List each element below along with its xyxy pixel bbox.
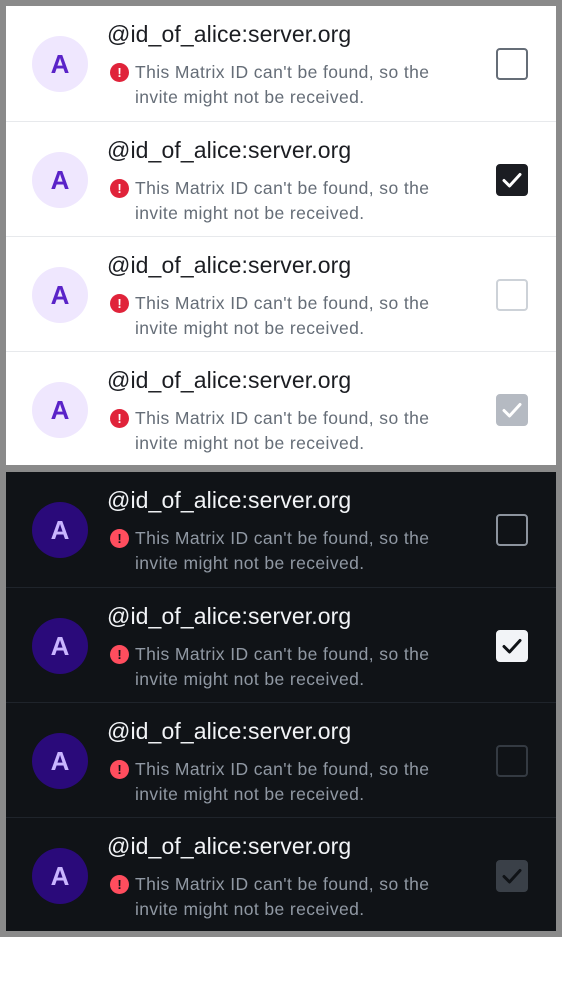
avatar: A (32, 267, 88, 323)
select-checkbox[interactable] (496, 164, 528, 196)
error-icon: ! (110, 63, 129, 82)
select-checkbox[interactable] (496, 514, 528, 546)
user-row[interactable]: A @id_of_alice:server.org ! This Matrix … (6, 121, 556, 236)
select-checkbox[interactable] (496, 630, 528, 662)
user-id: @id_of_alice:server.org (107, 252, 352, 278)
avatar: A (32, 502, 88, 558)
warning-text: This Matrix ID can't be found, so the in… (135, 874, 430, 919)
warning-text: This Matrix ID can't be found, so the in… (135, 759, 430, 804)
avatar: A (32, 382, 88, 438)
user-row[interactable]: A @id_of_alice:server.org ! This Matrix … (6, 6, 556, 121)
warning-text: This Matrix ID can't be found, so the in… (135, 178, 430, 223)
warning-text: This Matrix ID can't be found, so the in… (135, 293, 430, 338)
avatar: A (32, 848, 88, 904)
select-checkbox-disabled (496, 279, 528, 311)
preview-frame: A @id_of_alice:server.org ! This Matrix … (0, 0, 562, 937)
dark-theme-panel: A @id_of_alice:server.org ! This Matrix … (6, 472, 556, 931)
user-row[interactable]: A @id_of_alice:server.org ! This Matrix … (6, 472, 556, 587)
avatar: A (32, 152, 88, 208)
user-row[interactable]: A @id_of_alice:server.org ! This Matrix … (6, 587, 556, 702)
error-icon: ! (110, 409, 129, 428)
user-row[interactable]: A @id_of_alice:server.org ! This Matrix … (6, 817, 556, 932)
checkmark-icon (502, 869, 522, 884)
error-icon: ! (110, 179, 129, 198)
error-icon: ! (110, 760, 129, 779)
error-icon: ! (110, 294, 129, 313)
user-id: @id_of_alice:server.org (107, 603, 352, 629)
error-icon: ! (110, 645, 129, 664)
error-icon: ! (110, 875, 129, 894)
select-checkbox-disabled-checked (496, 860, 528, 892)
user-id: @id_of_alice:server.org (107, 487, 352, 513)
user-row[interactable]: A @id_of_alice:server.org ! This Matrix … (6, 351, 556, 466)
user-id: @id_of_alice:server.org (107, 367, 352, 393)
checkmark-icon (502, 173, 522, 188)
avatar: A (32, 36, 88, 92)
user-id: @id_of_alice:server.org (107, 718, 352, 744)
user-id: @id_of_alice:server.org (107, 833, 352, 859)
warning-text: This Matrix ID can't be found, so the in… (135, 644, 430, 689)
select-checkbox[interactable] (496, 48, 528, 80)
light-theme-panel: A @id_of_alice:server.org ! This Matrix … (6, 6, 556, 465)
user-id: @id_of_alice:server.org (107, 21, 352, 47)
user-id: @id_of_alice:server.org (107, 137, 352, 163)
checkmark-icon (502, 403, 522, 418)
select-checkbox-disabled-checked (496, 394, 528, 426)
select-checkbox-disabled (496, 745, 528, 777)
error-icon: ! (110, 529, 129, 548)
avatar: A (32, 733, 88, 789)
checkmark-icon (502, 639, 522, 654)
user-row[interactable]: A @id_of_alice:server.org ! This Matrix … (6, 702, 556, 817)
warning-text: This Matrix ID can't be found, so the in… (135, 528, 430, 573)
user-row[interactable]: A @id_of_alice:server.org ! This Matrix … (6, 236, 556, 351)
warning-text: This Matrix ID can't be found, so the in… (135, 62, 430, 107)
avatar: A (32, 618, 88, 674)
warning-text: This Matrix ID can't be found, so the in… (135, 408, 430, 453)
